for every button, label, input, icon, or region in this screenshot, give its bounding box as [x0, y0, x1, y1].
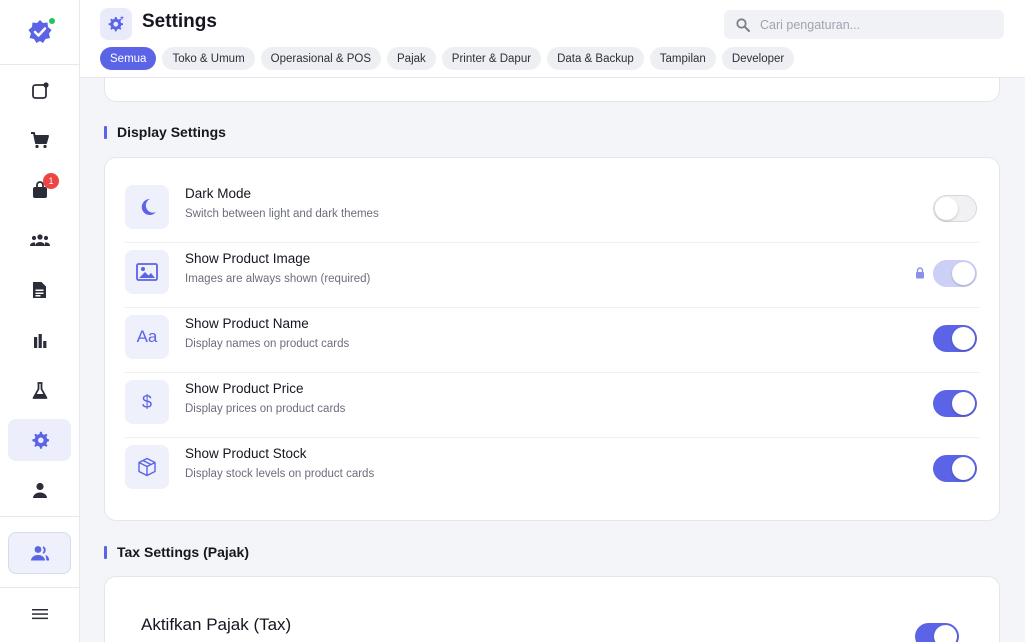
tab-data-backup[interactable]: Data & Backup — [547, 47, 644, 70]
tab-toko-umum[interactable]: Toko & Umum — [162, 47, 255, 70]
sidebar-item-lab[interactable] — [8, 370, 71, 412]
show-product-image-toggle — [933, 260, 977, 287]
setting-row-show-product-price: $ Show Product Price Display prices on p… — [125, 373, 979, 438]
sidebar-item-customers[interactable] — [8, 219, 71, 261]
sidebar-item-new-order[interactable] — [8, 70, 71, 112]
toggle-knob — [952, 392, 975, 415]
toggle-knob — [934, 625, 957, 642]
dollar-glyph: $ — [141, 391, 152, 412]
sidebar: 1 — [0, 0, 80, 642]
online-status-dot — [48, 17, 56, 25]
page-title: Settings — [142, 11, 217, 32]
tab-developer[interactable]: Developer — [721, 47, 795, 70]
image-icon — [125, 250, 169, 294]
sidebar-divider — [0, 516, 80, 517]
setting-description: Display stock levels on product cards — [185, 468, 375, 480]
enable-tax-label: Aktifkan Pajak (Tax) — [141, 615, 292, 634]
dollar-icon: $ — [125, 380, 169, 424]
font-glyph: Aa — [136, 327, 158, 346]
toggle-knob — [935, 197, 958, 220]
person-icon — [32, 482, 47, 498]
orders-badge: 1 — [43, 173, 59, 189]
section-title: Tax Settings (Pajak) — [117, 544, 250, 560]
show-product-name-toggle[interactable] — [933, 325, 977, 352]
tab-tampilan[interactable]: Tampilan — [649, 47, 716, 70]
filter-tabs: Semua Toko & Umum Operasional & POS Paja… — [100, 47, 795, 70]
setting-description: Display names on product cards — [185, 338, 350, 350]
menu-icon — [31, 609, 48, 620]
toggle-knob — [952, 262, 975, 285]
page-header: Settings Semua Toko & Umum Operasional &… — [80, 0, 1025, 78]
switch-user-icon — [30, 546, 49, 561]
toggle-knob — [952, 327, 975, 350]
flask-icon — [32, 382, 47, 399]
setting-row-dark-mode: Dark Mode Switch between light and dark … — [125, 178, 979, 243]
tax-settings-card: Aktifkan Pajak (Tax) — [104, 576, 1000, 642]
tab-printer-dapur[interactable]: Printer & Dapur — [441, 47, 542, 70]
lock-icon — [916, 267, 924, 279]
display-settings-heading: Display Settings — [104, 124, 226, 140]
sidebar-item-cart[interactable] — [8, 119, 71, 161]
setting-label: Show Product Price — [185, 381, 304, 396]
font-icon: Aa — [125, 315, 169, 359]
search-input[interactable] — [760, 17, 980, 32]
setting-description: Display prices on product cards — [185, 403, 346, 415]
section-title: Display Settings — [117, 124, 226, 140]
setting-label: Show Product Stock — [185, 446, 307, 461]
sidebar-menu-button[interactable] — [8, 593, 71, 635]
setting-row-show-product-stock: Show Product Stock Display stock levels … — [125, 438, 979, 503]
show-product-stock-toggle[interactable] — [933, 455, 977, 482]
sidebar-item-reports[interactable] — [8, 269, 71, 311]
sidebar-item-settings[interactable] — [8, 419, 71, 461]
show-product-price-toggle[interactable] — [933, 390, 977, 417]
setting-label: Show Product Image — [185, 251, 311, 266]
tab-pajak[interactable]: Pajak — [387, 47, 436, 70]
setting-label: Show Product Name — [185, 316, 309, 331]
enable-tax-toggle[interactable] — [915, 623, 959, 642]
setting-description: Images are always shown (required) — [185, 273, 371, 285]
box-icon — [125, 445, 169, 489]
sidebar-item-profile[interactable] — [8, 469, 71, 511]
display-settings-card: Dark Mode Switch between light and dark … — [104, 157, 1000, 521]
setting-row-show-product-name: Aa Show Product Name Display names on pr… — [125, 308, 979, 373]
moon-icon — [125, 185, 169, 229]
dark-mode-toggle[interactable] — [933, 195, 977, 222]
setting-label: Dark Mode — [185, 186, 252, 201]
search-box[interactable] — [724, 10, 1004, 39]
setting-description: Switch between light and dark themes — [185, 208, 379, 220]
bar-chart-icon — [33, 334, 46, 348]
search-icon — [736, 17, 750, 32]
sidebar-item-orders[interactable]: 1 — [8, 169, 71, 211]
app-logo-icon[interactable] — [26, 17, 56, 46]
group-icon — [29, 234, 50, 246]
toggle-knob — [952, 457, 975, 480]
new-order-icon — [31, 82, 49, 99]
gear-icon — [31, 431, 49, 449]
cart-icon — [30, 132, 49, 149]
section-accent-bar — [104, 125, 107, 139]
section-accent-bar — [104, 545, 107, 559]
sidebar-divider — [0, 587, 80, 588]
tax-settings-heading: Tax Settings (Pajak) — [104, 544, 249, 560]
sidebar-divider — [0, 64, 80, 65]
tab-semua[interactable]: Semua — [100, 47, 157, 70]
settings-page-icon — [100, 8, 132, 40]
setting-row-show-product-image: Show Product Image Images are always sho… — [125, 243, 979, 308]
document-icon — [33, 282, 46, 298]
sidebar-item-analytics[interactable] — [8, 320, 71, 362]
tab-operasional-pos[interactable]: Operasional & POS — [260, 47, 382, 70]
sidebar-item-switch-user[interactable] — [8, 532, 71, 574]
